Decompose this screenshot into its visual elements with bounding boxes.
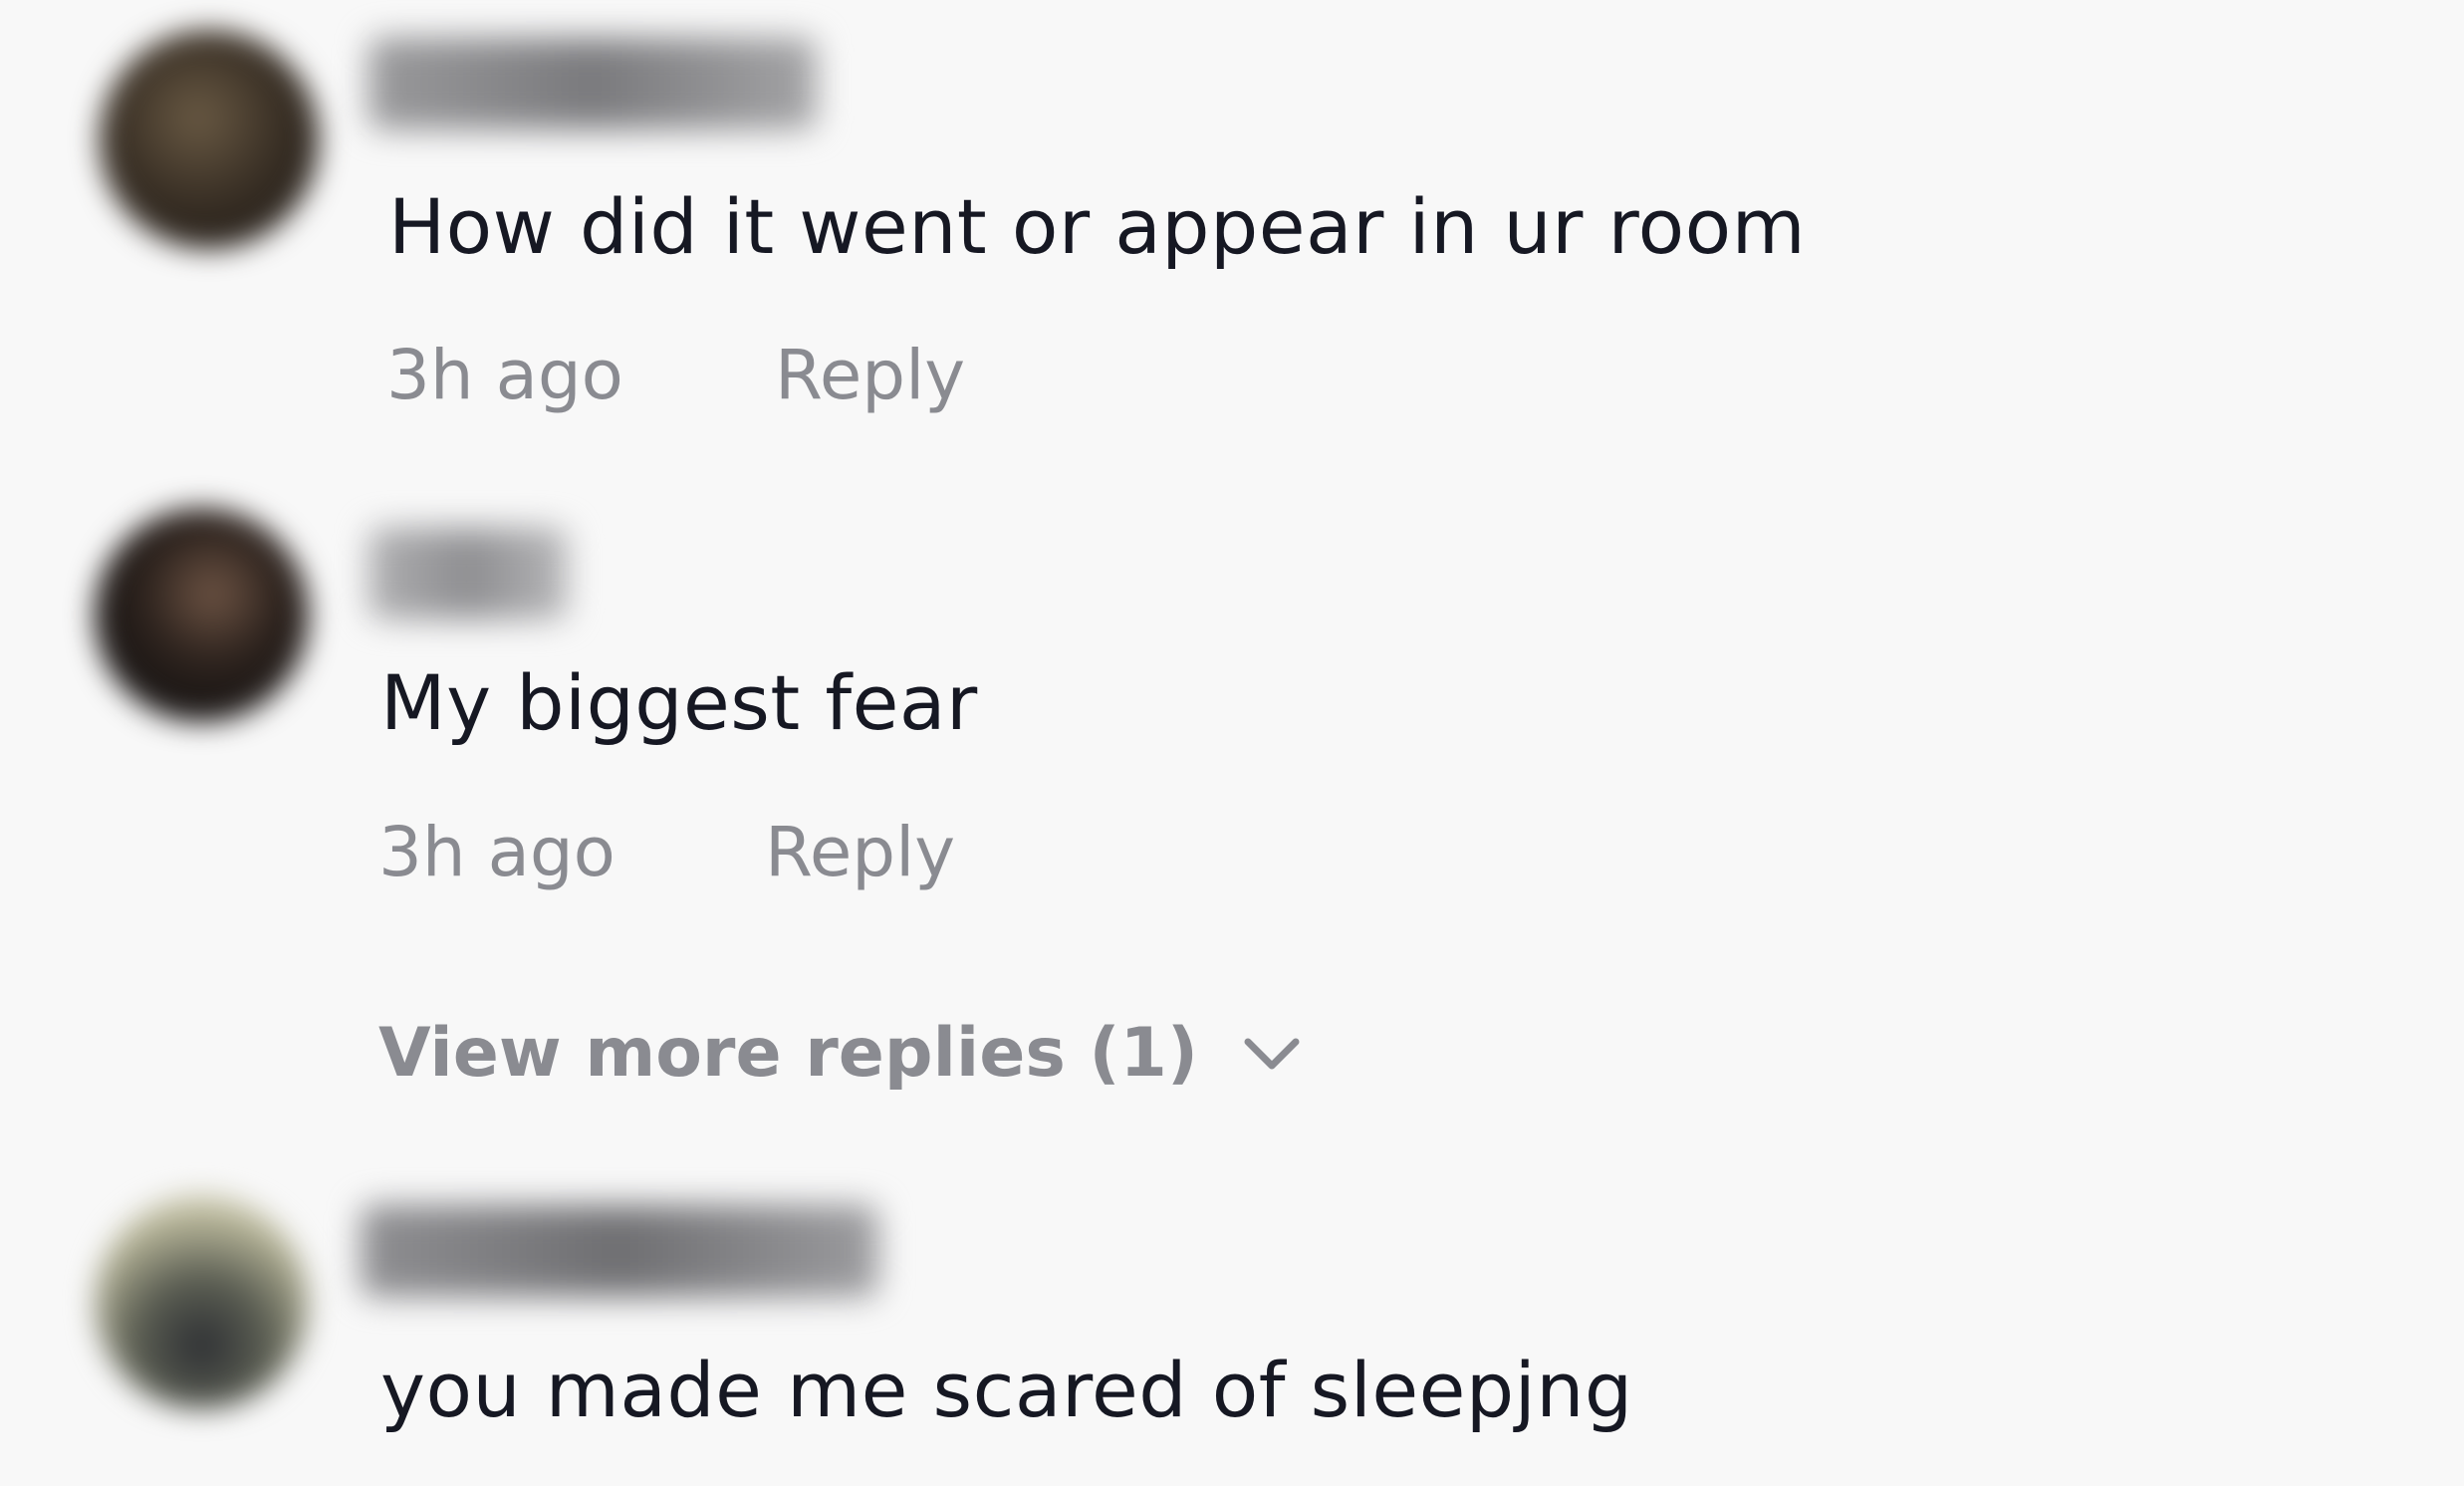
comment-text: How did it went or appear in ur room — [388, 182, 1807, 271]
comment-item: you made me scared of sleepjng — [0, 1145, 2464, 1486]
comment-timestamp: 3h ago — [378, 813, 616, 892]
view-more-replies-label: View more replies (1) — [378, 1014, 1198, 1093]
username-blurred[interactable] — [361, 1205, 878, 1297]
reply-button[interactable]: Reply — [775, 342, 965, 410]
comment-text: you made me scared of sleepjng — [380, 1346, 1633, 1434]
view-more-replies-button[interactable]: View more replies (1) — [378, 1014, 1300, 1093]
username-blurred[interactable] — [369, 38, 817, 129]
comment-item: My biggest fear 3h ago Reply View more r… — [0, 468, 2464, 1145]
comment-text: My biggest fear — [380, 658, 978, 747]
chevron-down-icon — [1244, 1038, 1300, 1069]
avatar[interactable] — [95, 1195, 309, 1409]
avatar[interactable] — [100, 30, 319, 249]
comment-timestamp: 3h ago — [386, 336, 623, 415]
username-blurred[interactable] — [369, 528, 568, 619]
comment-item: How did it went or appear in ur room 3h … — [0, 0, 2464, 468]
reply-button[interactable]: Reply — [765, 819, 955, 887]
avatar[interactable] — [95, 508, 309, 722]
